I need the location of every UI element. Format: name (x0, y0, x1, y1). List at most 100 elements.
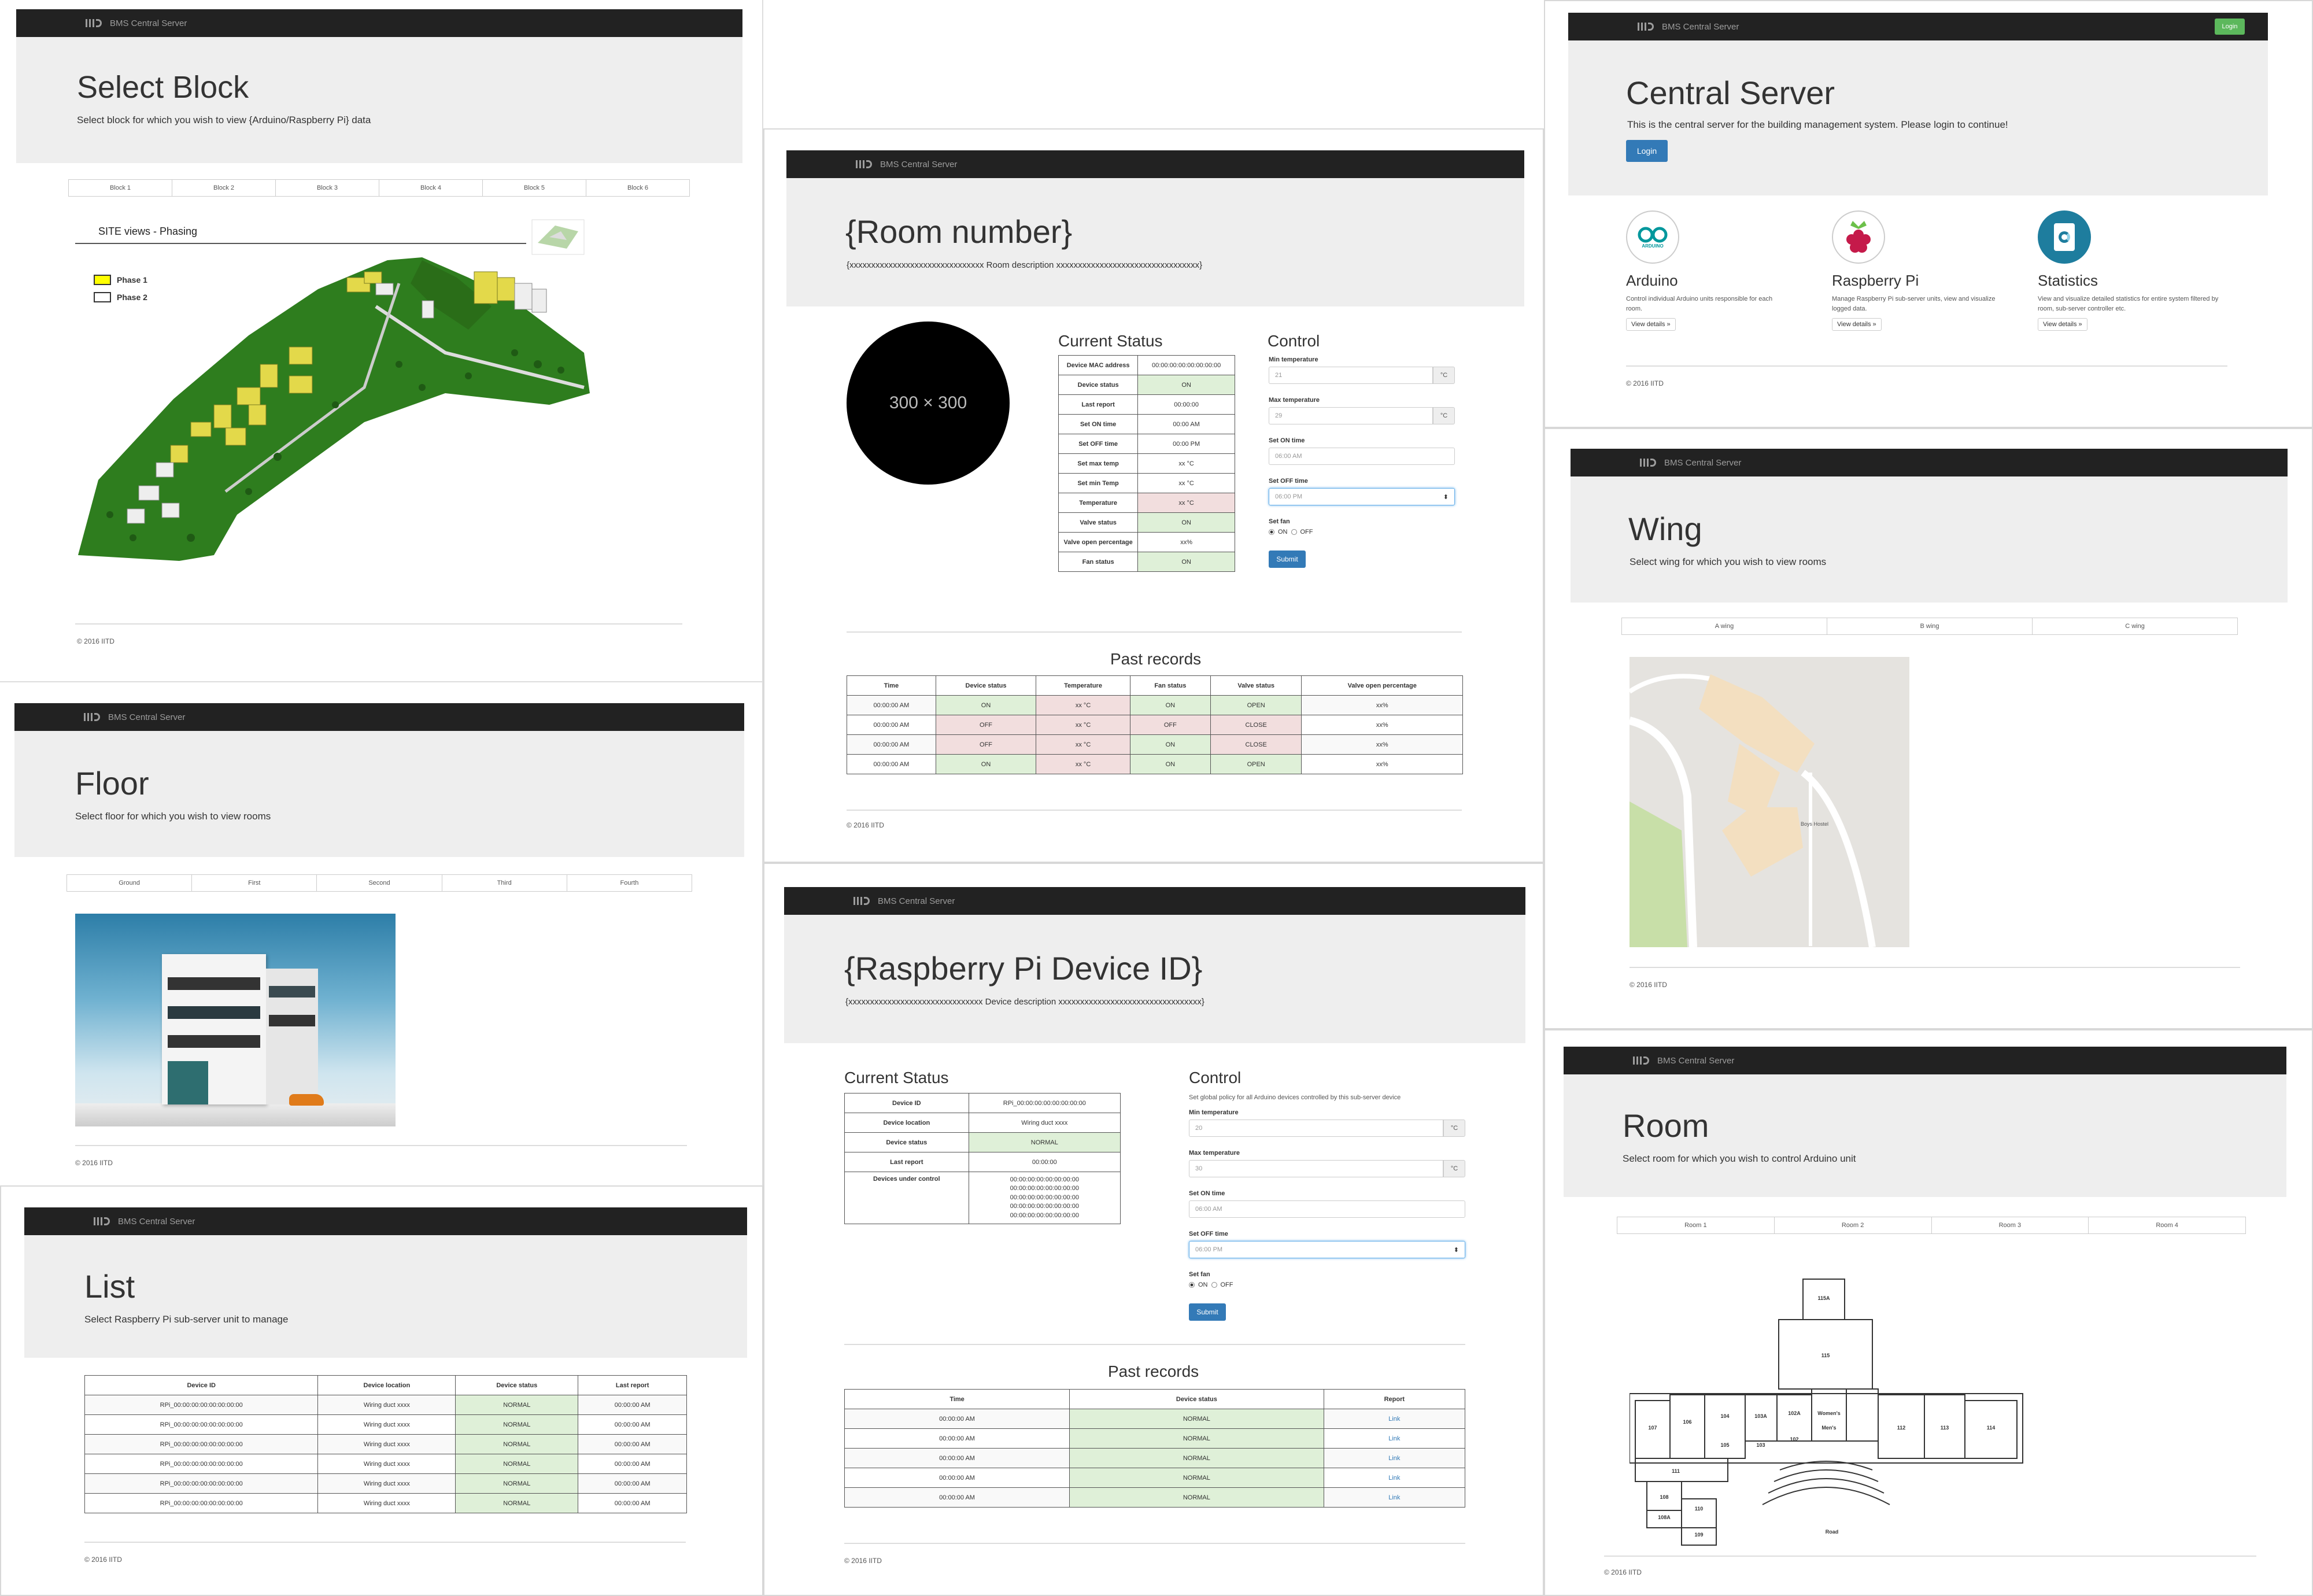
table-row[interactable]: 00:00:00 AM ON xx °C ON OPEN xx% (847, 695, 1463, 715)
table-row[interactable]: RPi_00:00:00:00:00:00:00:00 Wiring duct x… (84, 1493, 687, 1513)
table-cell: Wiring duct xxxx (317, 1473, 456, 1494)
max-temp-input[interactable]: 29 (1269, 407, 1433, 424)
table-row[interactable]: 00:00:00 AM NORMAL Link (844, 1428, 1466, 1449)
tab-wing-c-wing[interactable]: C wing (2033, 618, 2237, 634)
spinner-icon[interactable]: ⬍ (1454, 1246, 1459, 1254)
tab-floor-second[interactable]: Second (317, 875, 442, 891)
view-details-button[interactable]: View details » (1626, 318, 1676, 331)
off-time-input[interactable]: 06:00 PM ⬍ (1189, 1241, 1465, 1258)
status-row: Set min Temp xx °C (1058, 473, 1235, 493)
brand-link[interactable]: BMS Central Server (1662, 22, 1739, 32)
submit-button[interactable]: Submit (1189, 1303, 1226, 1321)
svg-text:113: 113 (1941, 1425, 1949, 1431)
table-row[interactable]: 00:00:00 AM NORMAL Link (844, 1448, 1466, 1468)
tab-block-block-1[interactable]: Block 1 (69, 180, 172, 196)
brand-link[interactable]: BMS Central Server (110, 19, 187, 28)
table-row[interactable]: 00:00:00 AM ON xx °C ON OPEN xx% (847, 754, 1463, 774)
wing-tabs: A wing B wing C wing (1621, 618, 2238, 635)
table-row[interactable]: 00:00:00 AM NORMAL Link (844, 1468, 1466, 1488)
tab-wing-b-wing[interactable]: B wing (1827, 618, 2033, 634)
fan-on-radio[interactable] (1269, 529, 1274, 535)
table-cell: xx% (1301, 754, 1463, 774)
jumbotron: Room Select room for which you wish to c… (1564, 1074, 2286, 1197)
submit-button[interactable]: Submit (1269, 551, 1306, 568)
on-time-input[interactable]: 06:00 AM (1189, 1200, 1465, 1218)
off-time-input[interactable]: 06:00 PM ⬍ (1269, 488, 1455, 505)
table-cell: Wiring duct xxxx (317, 1395, 456, 1415)
tab-room-room-4[interactable]: Room 4 (2089, 1217, 2245, 1233)
tab-room-room-1[interactable]: Room 1 (1617, 1217, 1775, 1233)
table-row[interactable]: RPi_00:00:00:00:00:00:00:00 Wiring duct x… (84, 1473, 687, 1494)
fan-on-radio[interactable] (1189, 1282, 1195, 1288)
brand-link[interactable]: BMS Central Server (1657, 1056, 1734, 1066)
max-temp-input[interactable]: 30 (1189, 1160, 1443, 1177)
building-image[interactable] (75, 914, 396, 1126)
report-link[interactable]: Link (1388, 1455, 1400, 1462)
table-row[interactable]: RPi_00:00:00:00:00:00:00:00 Wiring duct x… (84, 1414, 687, 1435)
table-cell: NORMAL (1069, 1428, 1324, 1449)
nav-login-button[interactable]: Login (2215, 19, 2245, 35)
column-header: Report (1323, 1389, 1466, 1409)
table-row[interactable]: 00:00:00 AM OFF xx °C OFF CLOSE xx% (847, 715, 1463, 735)
fan-off-radio[interactable] (1291, 529, 1297, 535)
brand-link[interactable]: BMS Central Server (878, 896, 955, 906)
login-button[interactable]: Login (1626, 140, 1668, 162)
fan-off-radio[interactable] (1211, 1282, 1217, 1288)
svg-text:109: 109 (1694, 1532, 1703, 1538)
table-cell: xx °C (1036, 695, 1130, 715)
report-link[interactable]: Link (1388, 1416, 1400, 1423)
report-link[interactable]: Link (1388, 1494, 1400, 1501)
svg-text:115: 115 (1821, 1353, 1830, 1358)
table-cell: NORMAL (455, 1473, 579, 1494)
brand-link[interactable]: BMS Central Server (118, 1217, 195, 1226)
tab-floor-ground[interactable]: Ground (67, 875, 193, 891)
tab-block-block-5[interactable]: Block 5 (483, 180, 586, 196)
fan-label: Set fan (1189, 1271, 1210, 1278)
status-key: Set ON time (1058, 414, 1139, 434)
table-row[interactable]: 00:00:00 AM NORMAL Link (844, 1409, 1466, 1429)
tab-floor-third[interactable]: Third (442, 875, 567, 891)
table-cell: 00:00:00 AM (844, 1487, 1070, 1508)
tab-block-block-6[interactable]: Block 6 (586, 180, 689, 196)
tab-room-room-3[interactable]: Room 3 (1932, 1217, 2089, 1233)
min-temp-input[interactable]: 20 (1189, 1120, 1443, 1137)
tab-block-block-4[interactable]: Block 4 (379, 180, 483, 196)
on-time-input[interactable]: 06:00 AM (1269, 448, 1455, 465)
table-cell: Link (1323, 1409, 1466, 1429)
view-details-button[interactable]: View details » (2038, 318, 2087, 331)
table-row[interactable]: RPi_00:00:00:00:00:00:00:00 Wiring duct x… (84, 1395, 687, 1415)
floor-plan[interactable]: 115A 115 107 106 104 103A 102A Women's M… (1630, 1262, 2069, 1551)
table-row[interactable]: 00:00:00 AM OFF xx °C ON CLOSE xx% (847, 734, 1463, 755)
device-id: 00:00:00:00:00:00:00:00 (1010, 1185, 1079, 1192)
tab-wing-a-wing[interactable]: A wing (1622, 618, 1827, 634)
tab-block-block-3[interactable]: Block 3 (276, 180, 379, 196)
card-arduino: ARDUINO Arduino Control individual Ardui… (1626, 210, 1811, 331)
card-desc: Manage Raspberry Pi sub-server units, vi… (1832, 295, 1996, 312)
spinner-icon[interactable]: ⬍ (1443, 493, 1449, 501)
card-statistics: Statistics View and visualize detailed s… (2038, 210, 2229, 331)
table-cell: Wiring duct xxxx (317, 1434, 456, 1454)
table-row[interactable]: RPi_00:00:00:00:00:00:00:00 Wiring duct x… (84, 1454, 687, 1474)
svg-text:Road: Road (1826, 1529, 1839, 1535)
report-link[interactable]: Link (1388, 1435, 1400, 1442)
site-plan-image[interactable] (75, 214, 596, 572)
brand-logo-icon (1638, 23, 1654, 31)
brand-link[interactable]: BMS Central Server (108, 712, 185, 722)
table-row[interactable]: 00:00:00 AM NORMAL Link (844, 1487, 1466, 1508)
table-cell: NORMAL (455, 1493, 579, 1513)
tab-floor-fourth[interactable]: Fourth (567, 875, 692, 891)
arduino-icon: ARDUINO (1626, 210, 1679, 264)
view-details-button[interactable]: View details » (1832, 318, 1882, 331)
brand-link[interactable]: BMS Central Server (880, 160, 957, 169)
tab-floor-first[interactable]: First (192, 875, 317, 891)
campus-map[interactable]: Boys Hostel (1630, 657, 1909, 947)
table-cell: NORMAL (1069, 1468, 1324, 1488)
report-link[interactable]: Link (1388, 1475, 1400, 1482)
max-temp-label: Max temperature (1189, 1150, 1240, 1157)
tab-block-block-2[interactable]: Block 2 (172, 180, 276, 196)
tab-room-room-2[interactable]: Room 2 (1775, 1217, 1932, 1233)
brand-link[interactable]: BMS Central Server (1664, 458, 1741, 468)
min-temp-input[interactable]: 21 (1269, 367, 1433, 384)
room-image-placeholder: 300 × 300 (847, 322, 1010, 485)
table-row[interactable]: RPi_00:00:00:00:00:00:00:00 Wiring duct x… (84, 1434, 687, 1454)
